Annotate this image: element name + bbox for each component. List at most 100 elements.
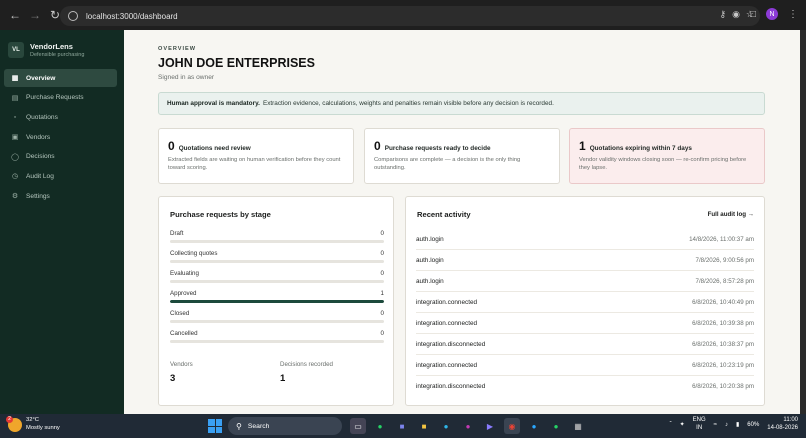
sidebar-item-label: Vendors [26, 133, 51, 141]
document-icon: ▫ [13, 113, 17, 121]
sidebar-item-purchase-requests[interactable]: ▤ Purchase Requests [4, 89, 117, 107]
activity-row[interactable]: auth.login 14/8/2026, 11:00:37 am [416, 229, 754, 250]
activity-time: 6/8/2026, 10:23:19 pm [692, 362, 754, 369]
gear-icon: ⚙ [11, 193, 19, 201]
terminal-icon[interactable]: ▦ [570, 418, 586, 434]
stage-label: Collecting quotes [170, 250, 218, 257]
whatsapp-icon[interactable]: ● [372, 418, 388, 434]
stat-count: 0 [168, 139, 175, 153]
activity-event: auth.login [416, 236, 444, 243]
activity-card-title: Recent activity [417, 210, 471, 219]
address-bar[interactable]: localhost:3000/dashboard ⚷ ◉ ☆ [60, 6, 760, 26]
vendors-metric: Vendors 3 [170, 361, 193, 384]
brand-logo: VL [8, 42, 24, 58]
site-info-icon[interactable] [68, 11, 78, 21]
activity-row[interactable]: integration.connected 6/8/2026, 10:23:19… [416, 355, 754, 376]
metric-value: 1 [280, 373, 286, 384]
stat-label: Quotations expiring within 7 days [589, 145, 692, 152]
stat-card-expiring-quotations[interactable]: 1 Quotations expiring within 7 days Vend… [569, 128, 765, 184]
check-circle-icon: ◯ [11, 153, 19, 161]
activity-time: 7/8/2026, 8:57:28 pm [695, 278, 754, 285]
volume-icon[interactable]: ♪ [725, 422, 728, 428]
battery-icon[interactable]: ▮ [736, 421, 739, 428]
brand-tagline: Defensible purchasing [30, 52, 85, 58]
stat-card-quotations-review[interactable]: 0 Quotations need review Extracted field… [158, 128, 354, 184]
eye-icon[interactable]: ◉ [732, 9, 740, 20]
activity-row[interactable]: auth.login 7/8/2026, 9:00:56 pm [416, 250, 754, 271]
activity-row[interactable]: integration.disconnected 6/8/2026, 10:20… [416, 376, 754, 397]
task-view-icon[interactable]: ▭ [350, 418, 366, 434]
activity-event: integration.connected [416, 299, 478, 306]
clock[interactable]: 11:00 14-08-2026 [767, 417, 798, 433]
wifi-icon[interactable]: ≈ [714, 422, 717, 428]
stage-count: 1 [380, 290, 384, 297]
sidebar-item-overview[interactable]: ▦ Overview [4, 69, 117, 87]
back-icon[interactable]: ← [6, 6, 24, 24]
weather-widget[interactable]: 2 32°C Mostly sunny [6, 415, 60, 432]
stat-count: 1 [579, 139, 586, 153]
activity-time: 7/8/2026, 9:00:56 pm [695, 257, 754, 264]
page-eyebrow: OVERVIEW [158, 46, 197, 52]
stat-card-ready-to-decide[interactable]: 0 Purchase requests ready to decide Comp… [364, 128, 560, 184]
sidebar-item-quotations[interactable]: ▫ Quotations [4, 108, 117, 126]
sidebar-item-label: Settings [26, 192, 50, 200]
stage-bar [170, 320, 384, 323]
stage-label: Approved [170, 290, 197, 297]
sidebar-item-vendors[interactable]: ▣ Vendors [4, 128, 117, 146]
menu-dots-icon[interactable]: ⋮ [788, 9, 798, 20]
stat-count: 0 [374, 139, 381, 153]
language-indicator[interactable]: ENG IN [693, 417, 706, 433]
activity-time: 6/8/2026, 10:20:38 pm [692, 383, 754, 390]
main-content: OVERVIEW JOHN DOE ENTERPRISES Signed in … [124, 30, 800, 414]
location-icon[interactable]: ✦ [680, 421, 685, 428]
taskbar-apps: ▭ ● ■ ■ ● ● ▶ ◉ ● ● ▦ [350, 418, 586, 434]
stage-row-closed: Closed 0 [170, 310, 384, 330]
brand[interactable]: VL VendorLens Defensible purchasing [8, 42, 84, 58]
forward-icon[interactable]: → [26, 6, 44, 24]
search-label: Search [247, 422, 270, 430]
password-key-icon[interactable]: ⚷ [719, 9, 726, 20]
activity-row[interactable]: integration.connected 6/8/2026, 10:40:49… [416, 292, 754, 313]
sidebar-item-label: Decisions [26, 153, 55, 161]
stage-bar [170, 280, 384, 283]
clock-time: 11:00 [783, 417, 798, 423]
profile-avatar[interactable]: N [766, 8, 778, 20]
stage-bar [170, 260, 384, 263]
chrome-icon[interactable]: ◉ [504, 418, 520, 434]
weather-badge: 2 [6, 415, 13, 423]
sidebar-item-settings[interactable]: ⚙ Settings [4, 187, 117, 205]
full-audit-log-link[interactable]: Full audit log → [708, 211, 754, 218]
sidebar-item-label: Purchase Requests [26, 94, 84, 102]
temperature: 32°C [26, 417, 39, 423]
activity-row[interactable]: integration.disconnected 6/8/2026, 10:38… [416, 334, 754, 355]
sidebar-item-audit-log[interactable]: ◷ Audit Log [4, 167, 117, 185]
stage-count: 0 [380, 330, 384, 337]
copilot-icon[interactable]: ● [460, 418, 476, 434]
system-tray: ˆ ✦ ENG IN ≈ ♪ ▮ 60% 11:00 14-08-2026 [670, 417, 798, 433]
sidebar-item-label: Audit Log [26, 172, 54, 180]
activity-row[interactable]: integration.connected 6/8/2026, 10:39:38… [416, 313, 754, 334]
brand-name: VendorLens [30, 42, 73, 51]
file-explorer-icon[interactable]: ■ [416, 418, 432, 434]
sidebar-item-decisions[interactable]: ◯ Decisions [4, 148, 117, 166]
activity-event: auth.login [416, 278, 444, 285]
stage-bar-fill [170, 300, 384, 303]
whatsapp-business-icon[interactable]: ● [548, 418, 564, 434]
page-scrollbar[interactable] [800, 30, 806, 414]
stage-row-collecting-quotes: Collecting quotes 0 [170, 250, 384, 270]
grid-icon: ▦ [11, 75, 19, 82]
edge-icon[interactable]: ● [438, 418, 454, 434]
extensions-icon[interactable]: □ [750, 9, 756, 20]
activity-row[interactable]: auth.login 7/8/2026, 8:57:28 pm [416, 271, 754, 292]
activity-time: 6/8/2026, 10:38:37 pm [692, 341, 754, 348]
teams-icon[interactable]: ■ [394, 418, 410, 434]
os-taskbar: 2 32°C Mostly sunny ⚲ Search ▭ ● ■ ■ ● ●… [0, 414, 806, 438]
chevron-up-icon[interactable]: ˆ [670, 422, 672, 428]
cloud-app-icon[interactable]: ● [526, 418, 542, 434]
media-icon[interactable]: ▶ [482, 418, 498, 434]
windows-start-icon[interactable] [208, 419, 222, 433]
notice-text: Extraction evidence, calculations, weigh… [262, 100, 554, 107]
taskbar-search[interactable]: ⚲ Search [228, 417, 342, 435]
activity-event: integration.disconnected [416, 341, 486, 348]
stage-label: Draft [170, 230, 184, 237]
